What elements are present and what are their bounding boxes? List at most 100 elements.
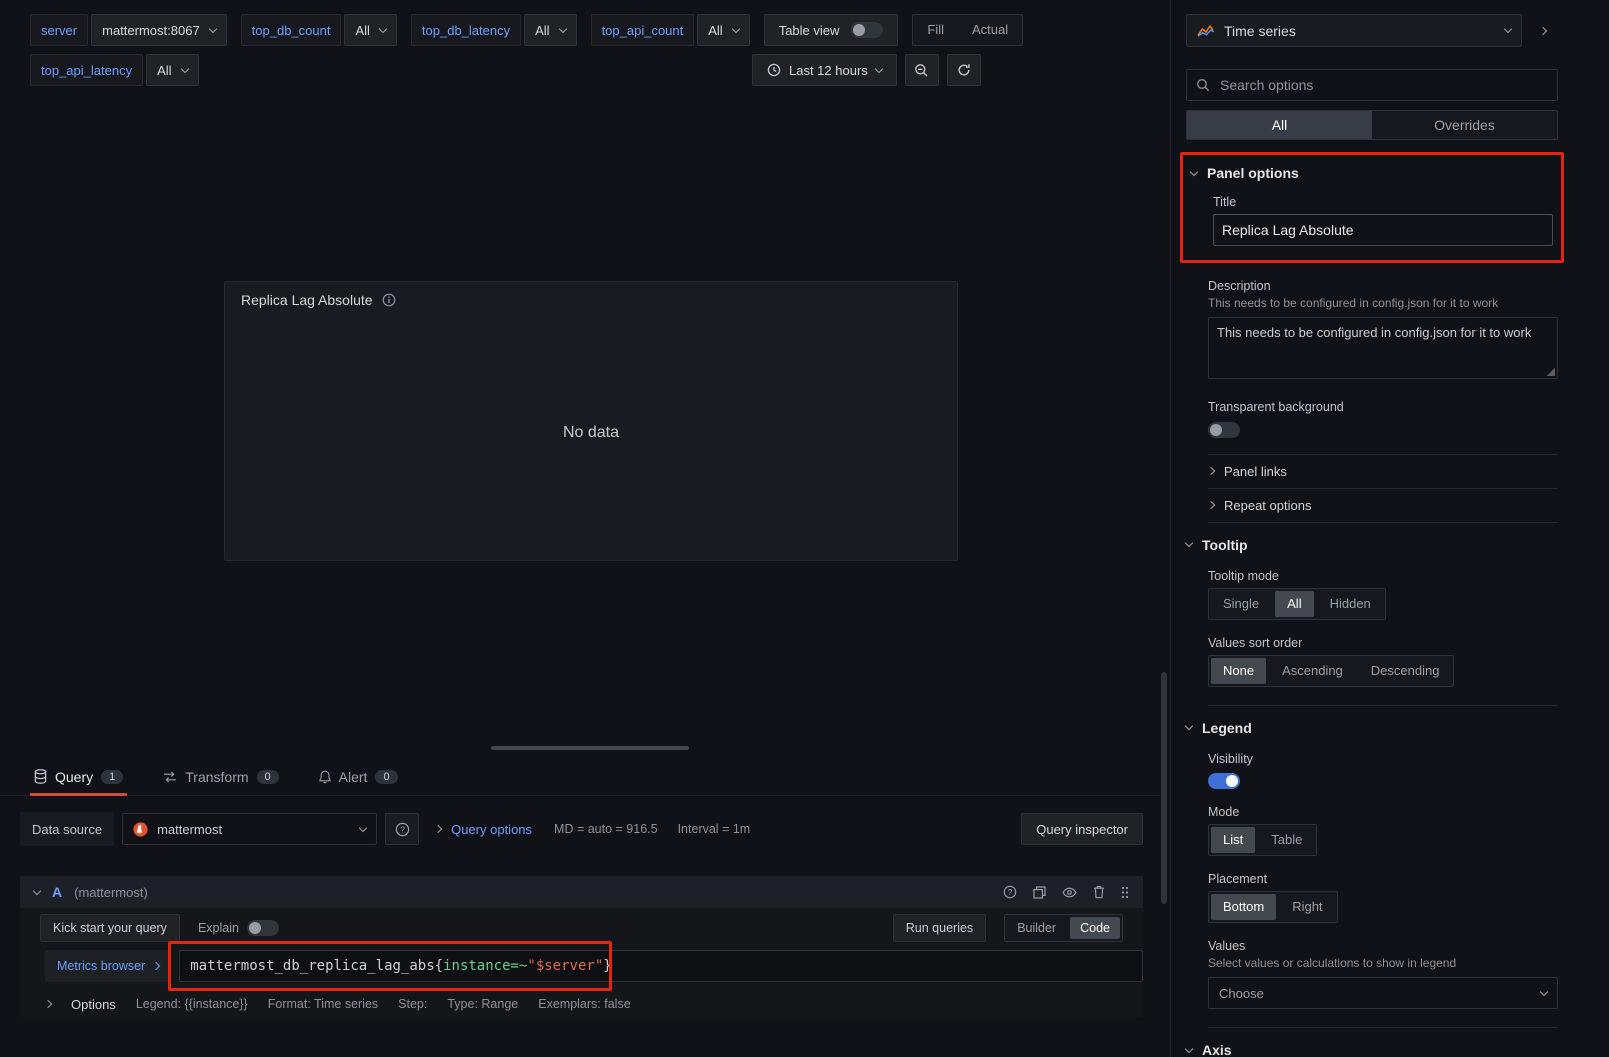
axis-section-header[interactable]: Axis bbox=[1186, 1038, 1558, 1057]
sort-none[interactable]: None bbox=[1211, 658, 1266, 684]
tooltip-mode-hidden[interactable]: Hidden bbox=[1316, 589, 1385, 619]
placement-bottom[interactable]: Bottom bbox=[1211, 894, 1276, 920]
variable-server: server mattermost:8067 bbox=[30, 14, 227, 46]
tooltip-mode-all[interactable]: All bbox=[1275, 591, 1313, 617]
options-pane-scrollbar[interactable] bbox=[1161, 672, 1167, 904]
datasource-value: mattermost bbox=[157, 822, 351, 837]
legend-values-select[interactable]: Choose bbox=[1208, 977, 1558, 1009]
options-toggle[interactable]: Options bbox=[71, 997, 116, 1012]
query-help-icon[interactable]: ? bbox=[1003, 885, 1017, 899]
actual-option[interactable]: Actual bbox=[958, 15, 1022, 45]
options-tabs: All Overrides bbox=[1186, 110, 1558, 140]
variable-top-api-latency-label[interactable]: top_api_latency bbox=[30, 54, 143, 86]
legend-mode-label: Mode bbox=[1208, 805, 1558, 819]
refresh-button[interactable] bbox=[947, 54, 981, 86]
values-sort-order-label: Values sort order bbox=[1208, 636, 1558, 650]
variable-top-api-latency-value[interactable]: All bbox=[146, 54, 198, 86]
options-search[interactable] bbox=[1186, 69, 1558, 101]
tooltip-mode-single[interactable]: Single bbox=[1209, 589, 1273, 619]
panel-links-row[interactable]: Panel links bbox=[1208, 455, 1558, 488]
panel-description-textarea[interactable]: This needs to be configured in config.js… bbox=[1208, 317, 1558, 379]
variable-top-api-count-value[interactable]: All bbox=[697, 14, 749, 46]
hide-query-eye-icon[interactable] bbox=[1062, 887, 1077, 898]
variable-top-db-count-value[interactable]: All bbox=[344, 14, 396, 46]
run-queries-button[interactable]: Run queries bbox=[893, 914, 986, 942]
time-range-picker[interactable]: Last 12 hours bbox=[752, 54, 897, 86]
caret-down-icon bbox=[180, 64, 188, 72]
variable-top-api-latency-value-text: All bbox=[157, 63, 171, 78]
legend-mode-table[interactable]: Table bbox=[1257, 825, 1316, 855]
table-view-toggle-group[interactable]: Table view bbox=[764, 14, 899, 46]
tab-alert[interactable]: Alert 0 bbox=[315, 763, 402, 796]
query-row-header[interactable]: A (mattermost) ? bbox=[20, 876, 1143, 908]
chevron-down-icon bbox=[1190, 167, 1198, 175]
chevron-down-icon bbox=[1185, 1044, 1193, 1052]
kick-start-query-button[interactable]: Kick start your query bbox=[40, 914, 180, 942]
prometheus-flame-icon bbox=[133, 822, 148, 837]
time-controls: Last 12 hours bbox=[752, 54, 981, 86]
code-option[interactable]: Code bbox=[1070, 917, 1120, 939]
datasource-picker[interactable]: mattermost bbox=[122, 813, 377, 845]
variable-top-api-count-label[interactable]: top_api_count bbox=[591, 14, 695, 46]
legend-section-header[interactable]: Legend bbox=[1186, 716, 1558, 740]
panel-options-section-header[interactable]: Panel options bbox=[1191, 161, 1553, 185]
variable-top-db-count-label[interactable]: top_db_count bbox=[241, 14, 342, 46]
datasource-help-button[interactable]: ? bbox=[385, 813, 419, 845]
delete-query-trash-icon[interactable] bbox=[1093, 885, 1105, 899]
zoom-out-time-button[interactable] bbox=[905, 54, 939, 86]
highlight-rectangle-panel-options: Panel options Title bbox=[1180, 152, 1564, 263]
caret-down-icon bbox=[731, 24, 739, 32]
collapse-query-icon[interactable] bbox=[33, 886, 41, 894]
variable-top-api-count-value-text: All bbox=[708, 23, 722, 38]
sort-ascending[interactable]: Ascending bbox=[1268, 656, 1357, 686]
promql-metric-token: mattermost_db_replica_lag_abs{ bbox=[190, 958, 443, 974]
description-field-label: Description bbox=[1208, 279, 1558, 293]
drag-handle-icon[interactable] bbox=[1121, 886, 1129, 899]
pane-divider bbox=[1170, 0, 1171, 1057]
metrics-browser-button[interactable]: Metrics browser bbox=[45, 950, 171, 982]
interval-text: Interval = 1m bbox=[678, 822, 751, 836]
sort-descending[interactable]: Descending bbox=[1357, 656, 1454, 686]
variable-server-value[interactable]: mattermost:8067 bbox=[91, 14, 227, 46]
query-options-toggle[interactable]: Query options bbox=[435, 822, 532, 837]
panel-info-icon[interactable] bbox=[382, 293, 396, 307]
chevron-right-icon bbox=[44, 1000, 52, 1008]
tooltip-section-header[interactable]: Tooltip bbox=[1186, 533, 1558, 557]
variable-top-db-latency-label[interactable]: top_db_latency bbox=[411, 14, 521, 46]
editor-resize-handle[interactable] bbox=[491, 746, 689, 750]
visualization-picker[interactable]: Time series bbox=[1186, 14, 1522, 47]
legend-mode-list[interactable]: List bbox=[1211, 827, 1255, 853]
panel-options-header-text: Panel options bbox=[1207, 165, 1299, 181]
tab-overrides[interactable]: Overrides bbox=[1372, 111, 1557, 139]
options-search-input[interactable] bbox=[1218, 76, 1548, 94]
tab-query[interactable]: Query 1 bbox=[30, 763, 127, 796]
builder-option[interactable]: Builder bbox=[1005, 915, 1068, 941]
search-icon bbox=[1196, 78, 1210, 92]
format-text: Format: Time series bbox=[268, 997, 378, 1011]
duplicate-query-icon[interactable] bbox=[1033, 886, 1046, 899]
placement-right[interactable]: Right bbox=[1278, 892, 1336, 922]
variable-server-label[interactable]: server bbox=[30, 14, 88, 46]
panel-title-input[interactable] bbox=[1213, 214, 1553, 246]
promql-expression-input[interactable]: mattermost_db_replica_lag_abs{instance=~… bbox=[179, 950, 1143, 982]
query-inspector-button[interactable]: Query inspector bbox=[1021, 813, 1143, 845]
textarea-resize-handle[interactable] bbox=[1547, 368, 1555, 376]
panel-options-body: Description This needs to be configured … bbox=[1208, 279, 1558, 523]
legend-visibility-toggle[interactable] bbox=[1208, 773, 1240, 789]
promql-close-brace-token: } bbox=[603, 958, 611, 974]
legend-placement-label: Placement bbox=[1208, 872, 1558, 886]
fill-option[interactable]: Fill bbox=[913, 15, 958, 45]
explain-toggle[interactable] bbox=[247, 920, 279, 936]
tooltip-mode-label: Tooltip mode bbox=[1208, 569, 1558, 583]
tab-transform[interactable]: Transform 0 bbox=[159, 763, 282, 796]
repeat-options-row[interactable]: Repeat options bbox=[1208, 489, 1558, 522]
transparent-background-toggle[interactable] bbox=[1208, 422, 1240, 438]
variable-top-db-latency-value[interactable]: All bbox=[524, 14, 576, 46]
query-editor-card: A (mattermost) ? bbox=[20, 876, 1143, 1017]
collapse-options-pane-button[interactable] bbox=[1528, 16, 1558, 46]
table-view-toggle[interactable] bbox=[851, 22, 883, 38]
variable-server-value-text: mattermost:8067 bbox=[102, 23, 200, 38]
variable-top-db-latency: top_db_latency All bbox=[411, 14, 577, 46]
legend-mode-segmented: List Table bbox=[1208, 824, 1317, 856]
tab-all-options[interactable]: All bbox=[1187, 111, 1372, 139]
